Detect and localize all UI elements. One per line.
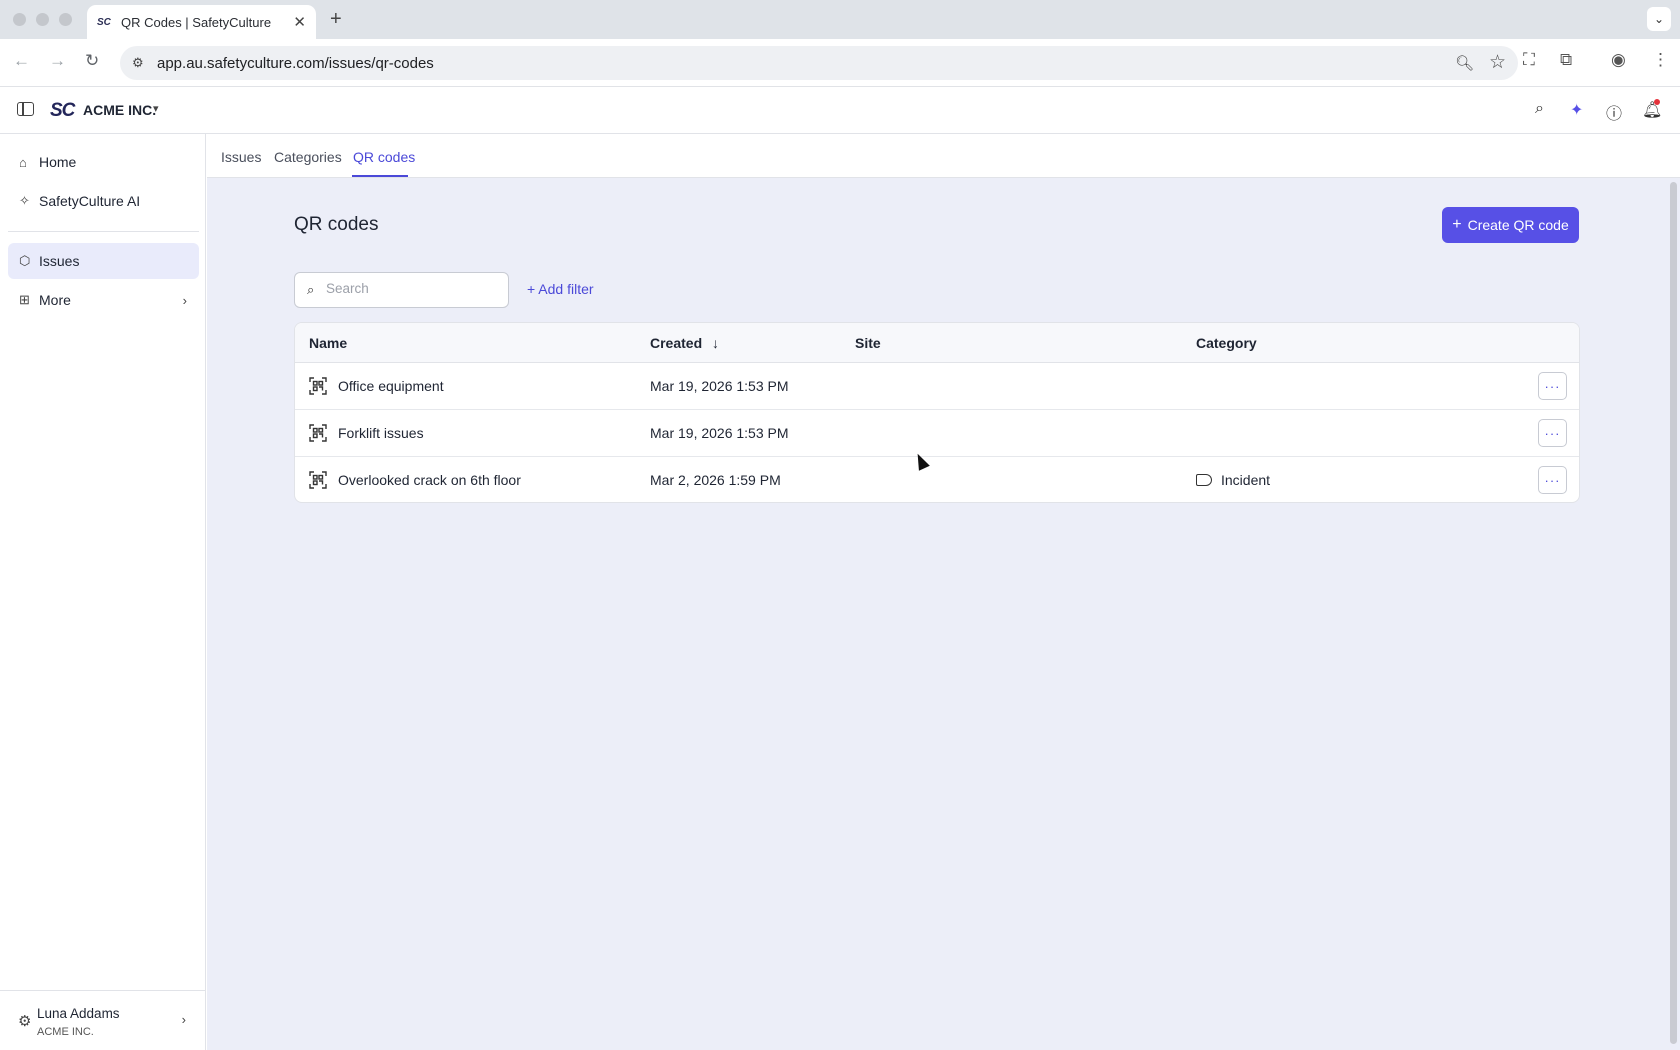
gear-icon: ⚙ <box>18 1013 32 1030</box>
qr-code-icon <box>309 424 327 442</box>
ai-sparkle-icon[interactable]: ✦ <box>1570 100 1583 120</box>
sidebar-item-label: More <box>39 292 71 308</box>
qr-created: Mar 19, 2026 1:53 PM <box>650 378 789 394</box>
plus-icon: + <box>527 281 539 297</box>
add-filter-label: Add filter <box>538 281 594 297</box>
home-icon: ⌂ <box>19 154 27 170</box>
window-close-dot[interactable] <box>13 13 26 26</box>
tab-qr-codes[interactable]: QR codes <box>353 149 415 165</box>
tag-icon <box>1196 474 1212 486</box>
sparkle-icon: ✧ <box>19 193 30 208</box>
row-more-button[interactable]: ··· <box>1538 466 1567 494</box>
row-more-button[interactable]: ··· <box>1538 419 1567 447</box>
tab-search-icon[interactable]: ⌄ <box>1647 7 1671 31</box>
grid-icon: ⊞ <box>19 292 30 307</box>
site-settings-icon[interactable]: ⚙ <box>132 55 144 71</box>
sidebar-item-safetyculture-ai[interactable]: ✧ SafetyCulture AI <box>8 183 199 219</box>
reload-icon[interactable]: ↻ <box>85 51 99 71</box>
org-switcher[interactable]: ACME INC. <box>83 102 156 118</box>
search-icon: ⌕ <box>307 282 315 297</box>
qr-created: Mar 2, 2026 1:59 PM <box>650 472 781 488</box>
safetyculture-favicon-icon: SC <box>97 16 111 28</box>
add-filter-button[interactable]: + Add filter <box>527 281 594 297</box>
tab-categories[interactable]: Categories <box>274 149 342 165</box>
qr-created: Mar 19, 2026 1:53 PM <box>650 425 789 441</box>
browser-tab-bar: SC QR Codes | SafetyCulture ✕ + ⌄ <box>0 0 1680 39</box>
plus-icon: + <box>1452 216 1462 233</box>
page-title: QR codes <box>294 214 379 235</box>
sidebar: ⌂ Home ✧ SafetyCulture AI ⬡ Issues ⊞ Mor… <box>0 134 206 1050</box>
chevron-down-icon[interactable]: ▾ <box>153 102 159 115</box>
search-input[interactable] <box>326 281 496 296</box>
user-menu[interactable]: ⚙ Luna Addams ACME INC. › <box>0 990 206 1050</box>
qr-name[interactable]: Forklift issues <box>338 425 424 441</box>
table-row[interactable]: Office equipment Mar 19, 2026 1:53 PM ··… <box>295 363 1579 410</box>
active-tab-indicator <box>352 175 408 177</box>
safetyculture-logo[interactable]: SC <box>50 100 75 122</box>
qr-category: Incident <box>1221 472 1271 488</box>
app-header: SC ACME INC. ▾ ⌕ ✦ ⓘ 🔔︎ <box>0 88 1680 134</box>
column-header-category[interactable]: Category <box>1196 335 1257 351</box>
forward-icon[interactable]: → <box>49 51 66 71</box>
browser-tab-title: QR Codes | SafetyCulture <box>121 14 272 30</box>
sidebar-item-more[interactable]: ⊞ More › <box>8 282 199 318</box>
qr-code-icon <box>309 471 327 489</box>
column-header-name[interactable]: Name <box>309 335 347 351</box>
browser-menu-icon[interactable]: ⋮ <box>1652 50 1669 70</box>
browser-address-bar: ← → ↻ ⚙ app.au.safetyculture.com/issues/… <box>0 39 1680 87</box>
column-header-site[interactable]: Site <box>855 335 881 351</box>
back-icon[interactable]: ← <box>13 51 30 71</box>
screenshot-icon[interactable]: ⛶ <box>1523 50 1535 70</box>
row-more-button[interactable]: ··· <box>1538 372 1567 400</box>
window-zoom-dot[interactable] <box>59 13 72 26</box>
sidebar-item-label: SafetyCulture AI <box>39 193 141 209</box>
chevron-right-icon: › <box>182 292 187 308</box>
tab-issues[interactable]: Issues <box>221 149 261 165</box>
sort-descending-icon: ↓ <box>712 335 720 351</box>
user-name: Luna Addams <box>37 1006 120 1021</box>
sidebar-item-home[interactable]: ⌂ Home <box>8 144 199 180</box>
issues-icon: ⬡ <box>19 253 31 268</box>
user-org: ACME INC. <box>37 1026 94 1038</box>
url-text[interactable]: app.au.safetyculture.com/issues/qr-codes <box>157 55 434 72</box>
url-omnibox[interactable]: ⚙ app.au.safetyculture.com/issues/qr-cod… <box>120 46 1518 80</box>
qr-code-icon <box>309 377 327 395</box>
create-qr-code-button[interactable]: + Create QR code <box>1442 207 1579 243</box>
sidebar-divider <box>8 231 199 232</box>
window-minimize-dot[interactable] <box>36 13 49 26</box>
search-field[interactable]: ⌕ <box>294 272 509 308</box>
browser-tab[interactable]: SC QR Codes | SafetyCulture ✕ <box>87 5 316 39</box>
sidebar-item-label: Issues <box>39 253 80 269</box>
profile-icon[interactable]: ◉ <box>1611 50 1626 70</box>
extensions-icon[interactable]: ⧉ <box>1560 50 1572 70</box>
column-header-created[interactable]: Created ↓ <box>650 335 719 351</box>
table-header: Name Created ↓ Site Category <box>295 323 1579 363</box>
search-icon[interactable]: ⌕ <box>1535 100 1544 118</box>
chevron-right-icon: › <box>181 1012 186 1027</box>
table-row[interactable]: Forklift issues Mar 19, 2026 1:53 PM ··· <box>295 410 1579 457</box>
zoom-icon[interactable]: 🔍︎ <box>1455 54 1474 72</box>
table-row[interactable]: Overlooked crack on 6th floor Mar 2, 202… <box>295 457 1579 502</box>
notification-dot <box>1654 99 1660 105</box>
main-content: Issues Categories QR codes QR codes + Cr… <box>207 134 1680 1050</box>
issues-subtabs: Issues Categories QR codes <box>207 134 1680 178</box>
sidebar-item-label: Home <box>39 154 77 170</box>
qr-codes-table: Name Created ↓ Site Category Office equi… <box>294 322 1580 503</box>
column-header-created-label: Created <box>650 335 703 351</box>
new-tab-icon[interactable]: + <box>330 8 342 31</box>
sidebar-item-issues[interactable]: ⬡ Issues <box>8 243 199 279</box>
help-icon[interactable]: ⓘ <box>1606 100 1622 124</box>
scrollbar[interactable] <box>1670 182 1677 1044</box>
bookmark-star-icon[interactable]: ☆ <box>1489 51 1506 74</box>
qr-name[interactable]: Overlooked crack on 6th floor <box>338 472 521 488</box>
tab-close-icon[interactable]: ✕ <box>293 13 306 31</box>
create-qr-code-label: Create QR code <box>1467 217 1569 233</box>
qr-name[interactable]: Office equipment <box>338 378 444 394</box>
sidebar-toggle-icon[interactable] <box>17 102 34 116</box>
